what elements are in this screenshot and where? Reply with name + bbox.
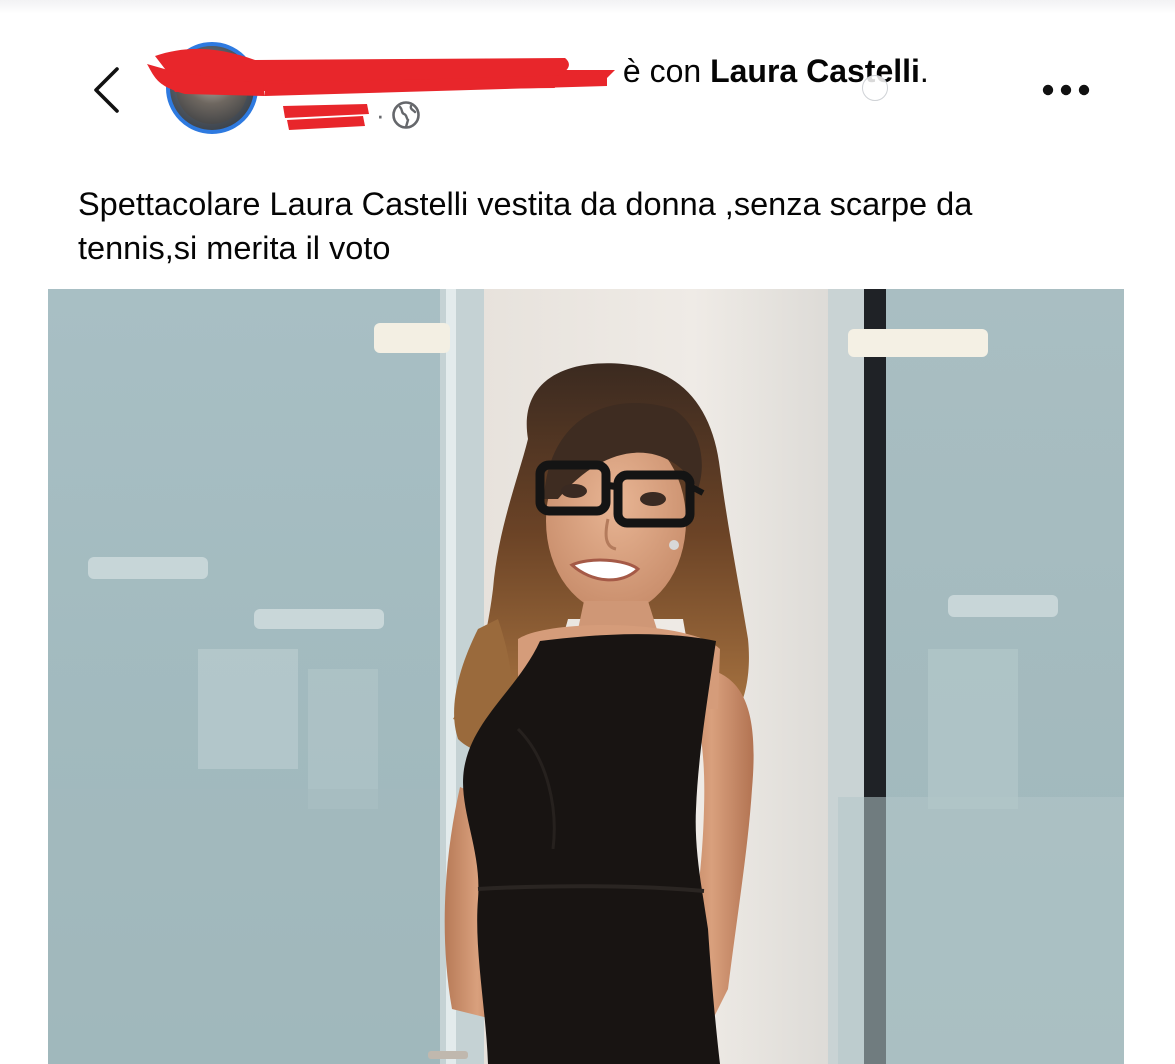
- chevron-left-icon: [94, 67, 119, 113]
- meta-separator: ·: [376, 99, 385, 130]
- author-avatar[interactable]: [166, 42, 258, 134]
- post-view: è con Laura Castelli. · Spettacolare Lau…: [0, 0, 1175, 1064]
- more-options-button[interactable]: [1036, 70, 1096, 110]
- post-text: Spettacolare Laura Castelli vestita da d…: [78, 186, 973, 266]
- post-meta: ·: [284, 98, 421, 132]
- post-photo[interactable]: [48, 289, 1124, 1064]
- author-line: è con Laura Castelli.: [284, 50, 929, 92]
- tagged-name-link[interactable]: Laura Castelli: [710, 53, 920, 89]
- status-bar-fade: [0, 0, 1175, 14]
- tag-end: .: [919, 53, 929, 89]
- touch-indicator: [862, 75, 888, 101]
- avatar-photo: [176, 52, 248, 124]
- tag-text: è con: [622, 53, 702, 89]
- globe-icon: [391, 100, 421, 130]
- back-button[interactable]: [84, 62, 128, 118]
- more-horizontal-icon: [1042, 84, 1090, 96]
